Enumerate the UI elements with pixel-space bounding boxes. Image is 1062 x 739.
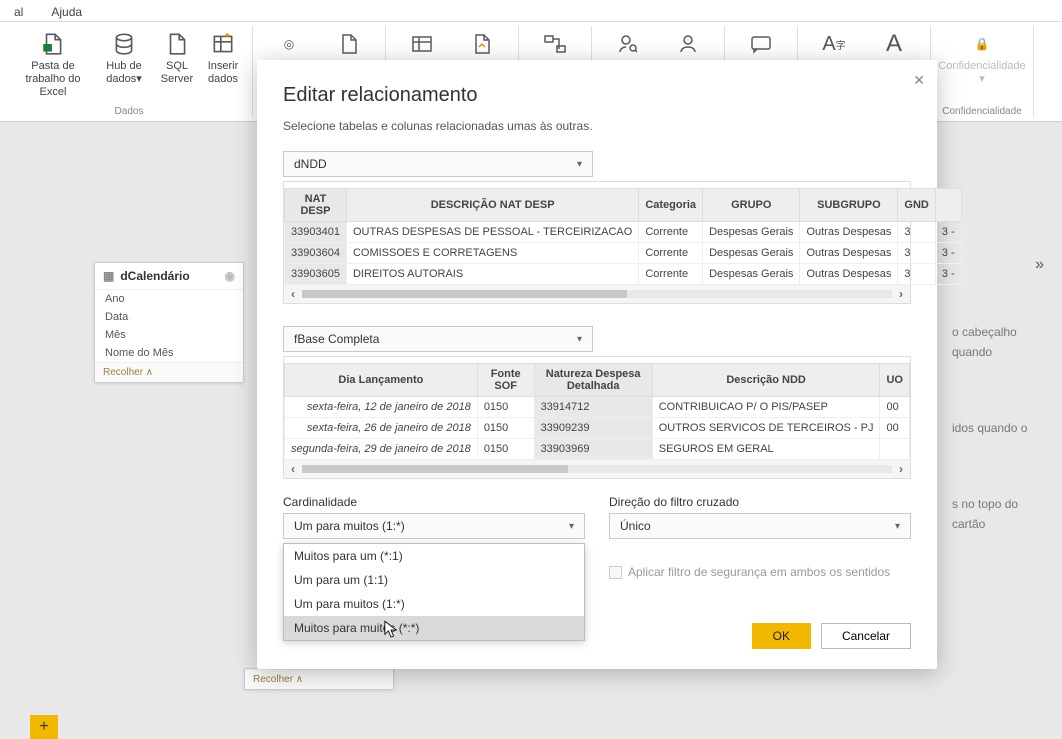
chevron-down-icon: ▾	[569, 521, 574, 532]
edit-relationship-dialog: ✕ Editar relacionamento Selecione tabela…	[257, 60, 937, 669]
scroll-right-icon[interactable]: ›	[892, 462, 910, 476]
security-filter-checkbox[interactable]	[609, 566, 622, 579]
cardinality-popup: Muitos para um (*:1) Um para um (1:1) Um…	[283, 543, 585, 641]
chevron-down-icon: ▾	[895, 521, 900, 532]
table2-scrollbar[interactable]: ‹ ›	[284, 460, 910, 478]
table-row: 33903401OUTRAS DESPESAS DE PESSOAL - TER…	[285, 222, 962, 243]
security-filter-label: Aplicar filtro de segurança em ambos os …	[628, 565, 890, 579]
table1-dropdown[interactable]: dNDD ▾	[283, 151, 593, 177]
cardinality-label: Cardinalidade	[283, 495, 585, 509]
crossfilter-label: Direção do filtro cruzado	[609, 495, 911, 509]
table2-preview: Dia Lançamento Fonte SOF Natureza Despes…	[284, 363, 910, 460]
table1-scrollbar[interactable]: ‹ ›	[284, 285, 910, 303]
crossfilter-dropdown[interactable]: Único ▾	[609, 513, 911, 539]
ok-button[interactable]: OK	[752, 623, 811, 649]
table-row: sexta-feira, 12 de janeiro de 2018015033…	[285, 397, 910, 418]
table-row: 33903604COMISSOES E CORRETAGENSCorrenteD…	[285, 243, 962, 264]
dialog-backdrop: ✕ Editar relacionamento Selecione tabela…	[0, 0, 1062, 739]
scroll-left-icon[interactable]: ‹	[284, 287, 302, 301]
cardinality-option[interactable]: Um para um (1:1)	[284, 568, 584, 592]
scroll-left-icon[interactable]: ‹	[284, 462, 302, 476]
table1-preview: NAT DESP DESCRIÇÃO NAT DESP Categoria GR…	[284, 188, 962, 285]
chevron-down-icon: ▾	[577, 334, 582, 345]
table2-dropdown[interactable]: fBase Completa ▾	[283, 326, 593, 352]
cardinality-option[interactable]: Muitos para um (*:1)	[284, 544, 584, 568]
dialog-subtitle: Selecione tabelas e colunas relacionadas…	[283, 119, 911, 133]
table-row: sexta-feira, 26 de janeiro de 2018015033…	[285, 418, 910, 439]
cardinality-option[interactable]: Um para muitos (1:*)	[284, 592, 584, 616]
dialog-title: Editar relacionamento	[283, 84, 911, 107]
table-row: 33903605DIREITOS AUTORAISCorrenteDespesa…	[285, 264, 962, 285]
chevron-down-icon: ▾	[577, 159, 582, 170]
cardinality-dropdown[interactable]: Um para muitos (1:*) ▾	[283, 513, 585, 539]
cancel-button[interactable]: Cancelar	[821, 623, 911, 649]
scroll-right-icon[interactable]: ›	[892, 287, 910, 301]
close-icon[interactable]: ✕	[913, 72, 925, 89]
cardinality-option[interactable]: Muitos para muitos (*:*)	[284, 616, 584, 640]
table-row: segunda-feira, 29 de janeiro de 20180150…	[285, 439, 910, 460]
